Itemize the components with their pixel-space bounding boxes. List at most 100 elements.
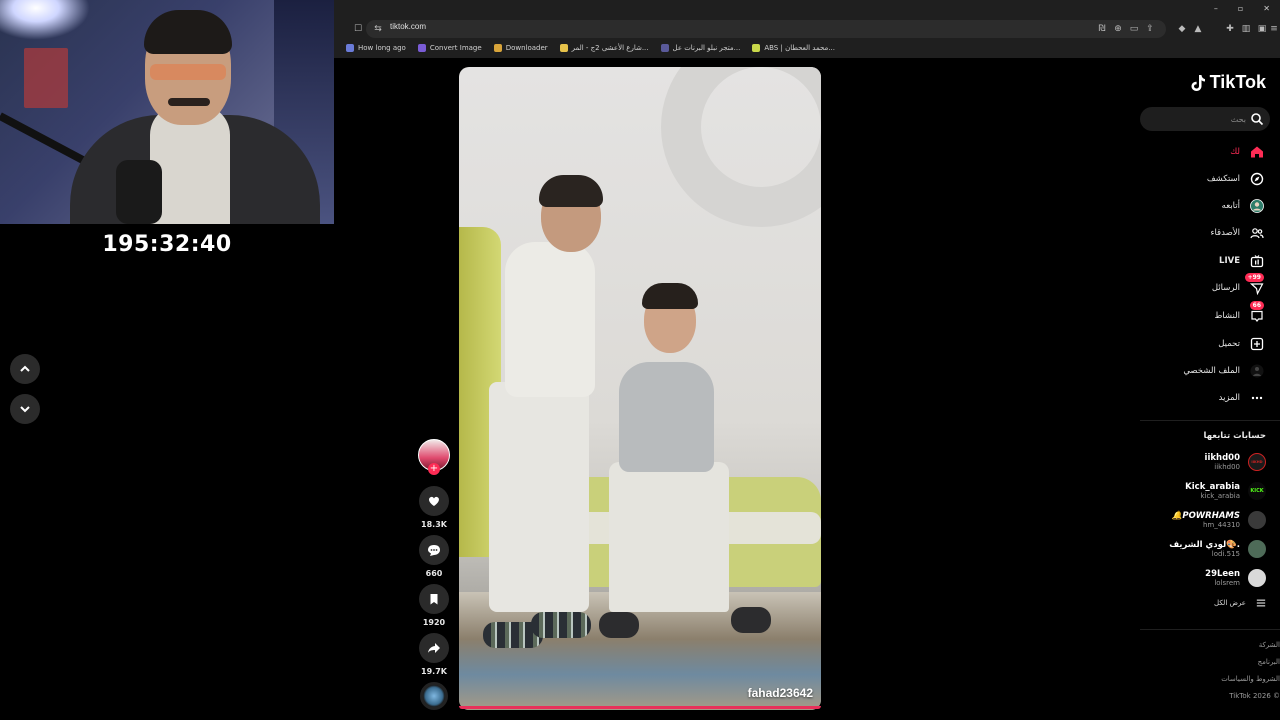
account-avatar [1248, 540, 1266, 558]
previous-video-button[interactable] [10, 354, 40, 384]
save-count: 1920 [422, 618, 446, 627]
cast-icon[interactable]: ▭ [1128, 23, 1140, 35]
like-count: 18.3K [421, 520, 447, 529]
messages-badge: +99 [1244, 273, 1264, 282]
address-bar[interactable]: ⇆ tiktok.com ₪ ⊕ ▭ ⇪ [366, 20, 1166, 38]
nav-item-profile[interactable]: الملف الشخصي [1183, 361, 1266, 381]
account-avatar: KICK [1248, 482, 1266, 500]
account-names: لودي الشريف🎨. lodi.515 [1169, 540, 1240, 558]
video-child-legs [609, 462, 729, 612]
following-avatar-icon [1248, 197, 1266, 215]
nav-item-live[interactable]: LIVE [1219, 251, 1266, 271]
nav-item-friends[interactable]: الأصدقاء [1210, 223, 1266, 243]
bookmark-item[interactable]: Convert Image [417, 44, 482, 52]
search-icon[interactable] [1250, 112, 1264, 126]
sidebar-toggle-icon[interactable]: ▥ [1240, 23, 1252, 35]
minimize-button[interactable]: – [1214, 4, 1218, 13]
share-button[interactable] [419, 633, 449, 663]
bookmark-icon [430, 594, 438, 605]
share-arrow-icon [428, 643, 440, 653]
nav-item-upload[interactable]: تحميل [1218, 334, 1266, 354]
account-nickname: 🔔POWRHAMS [1171, 511, 1240, 521]
browser-toolbar: ☐ ⇆ tiktok.com ₪ ⊕ ▭ ⇪ ◆ ▲ ✚ ▥ ▣ ≡ [334, 20, 1280, 38]
video-sock [731, 607, 771, 633]
upload-icon [1248, 335, 1266, 353]
bookmark-favicon-icon [417, 44, 426, 52]
bookmark-item[interactable]: How long ago [346, 44, 406, 52]
reader-mode-icon[interactable]: ₪ [1096, 23, 1108, 35]
zoom-icon[interactable]: ⊕ [1112, 23, 1124, 35]
account-names: iikhd00 iikhd00 [1205, 453, 1240, 471]
share-icon[interactable]: ⇪ [1144, 23, 1156, 35]
bookmark-favicon-icon [346, 44, 354, 52]
brave-shield-icon[interactable]: ◆ [1176, 23, 1188, 35]
footer-company-link[interactable]: الشركة [1259, 641, 1280, 649]
comment-count: 660 [425, 569, 443, 578]
next-video-button[interactable] [10, 394, 40, 424]
following-account[interactable]: iikhd00 iikhd00 IIKHD [1205, 453, 1266, 471]
account-names: 🔔POWRHAMS hm_44310 [1172, 511, 1240, 529]
site-info-icon[interactable]: ⇆ [372, 23, 384, 35]
account-nickname: Kick_arabia [1185, 482, 1240, 492]
nav-item-more[interactable]: المزيد [1219, 388, 1266, 408]
browser-chrome: – ▫ ✕ ☐ ⇆ tiktok.com ₪ ⊕ ▭ ⇪ ◆ ▲ ✚ ▥ ▣ ≡… [334, 0, 1280, 58]
bookmark-item[interactable]: شارع الأعشى 2ج - المر... [559, 44, 649, 52]
footer-terms-link[interactable]: الشروط والسياسات [1221, 675, 1280, 683]
close-window-button[interactable]: ✕ [1263, 4, 1270, 13]
like-button[interactable] [419, 486, 449, 516]
video-player[interactable]: fahad23642 [459, 67, 821, 710]
bookmark-item[interactable]: متجر نبلو البرنات عل... [660, 44, 740, 52]
footer-copyright: TikTok 2026 © [1229, 692, 1280, 700]
wallet-icon[interactable]: ▣ [1256, 23, 1268, 35]
tiktok-logo[interactable]: TikTok [1190, 72, 1266, 93]
video-sock [599, 612, 639, 638]
footer-program-link[interactable]: البرنامج [1258, 658, 1280, 666]
nav-item-explore[interactable]: استكشف [1207, 169, 1266, 189]
sidebar-divider [1140, 629, 1280, 630]
video-progress-bar[interactable] [459, 706, 821, 709]
nav-item-for-you[interactable]: لك [1230, 142, 1266, 162]
live-icon [1248, 252, 1266, 270]
see-all-label: عرض الكل [1214, 599, 1246, 607]
nav-label: الأصدقاء [1210, 228, 1240, 238]
bookmark-item[interactable]: ABS | محمد العحطان... [752, 44, 835, 52]
account-nickname: iikhd00 [1204, 453, 1240, 463]
nav-item-messages[interactable]: الرسائل +99 [1212, 273, 1266, 298]
account-names: 29Leen lolsrem [1205, 569, 1240, 587]
chevron-up-icon [20, 365, 30, 372]
nav-item-activity[interactable]: النشاط 66 [1214, 301, 1266, 326]
follow-plus-icon[interactable]: + [428, 463, 440, 475]
chevron-down-icon [20, 406, 30, 413]
save-button[interactable] [419, 584, 449, 614]
streamer-mustache [168, 98, 210, 106]
extensions-icon[interactable]: ✚ [1224, 23, 1236, 35]
video-username[interactable]: fahad23642 [748, 686, 813, 700]
following-account[interactable]: 29Leen lolsrem [1205, 569, 1266, 587]
menu-icon[interactable]: ≡ [1268, 23, 1280, 35]
see-all-button[interactable]: عرض الكل [1214, 598, 1266, 608]
account-handle: iikhd00 [1214, 463, 1240, 471]
following-account[interactable]: Kick_arabia kick_arabia KICK [1185, 482, 1266, 500]
search-input[interactable] [1150, 111, 1246, 127]
video-sock [531, 612, 591, 638]
maximize-button[interactable]: ▫ [1238, 4, 1243, 13]
music-disc-icon[interactable] [420, 682, 448, 710]
bookmark-item[interactable]: Downloader [493, 44, 548, 52]
sidebar-divider [1140, 420, 1280, 421]
account-handle: lolsrem [1214, 579, 1240, 587]
comment-icon [428, 545, 440, 556]
comment-button[interactable] [419, 535, 449, 565]
bookmark-page-icon[interactable]: ☐ [352, 23, 364, 35]
search-box[interactable] [1140, 107, 1270, 131]
bookmark-favicon-icon [660, 44, 669, 52]
webcam-ring-light [0, 0, 90, 40]
nav-item-following[interactable]: أتابعه [1222, 196, 1266, 216]
brave-rewards-icon[interactable]: ▲ [1192, 23, 1204, 35]
account-avatar [1248, 511, 1266, 529]
nav-label: أتابعه [1221, 201, 1240, 211]
following-account[interactable]: 🔔POWRHAMS hm_44310 [1172, 511, 1266, 529]
home-icon [1248, 143, 1266, 161]
window-controls: – ▫ ✕ [1214, 4, 1270, 13]
following-account[interactable]: لودي الشريف🎨. lodi.515 [1169, 540, 1266, 558]
streamer-glasses [150, 64, 226, 80]
